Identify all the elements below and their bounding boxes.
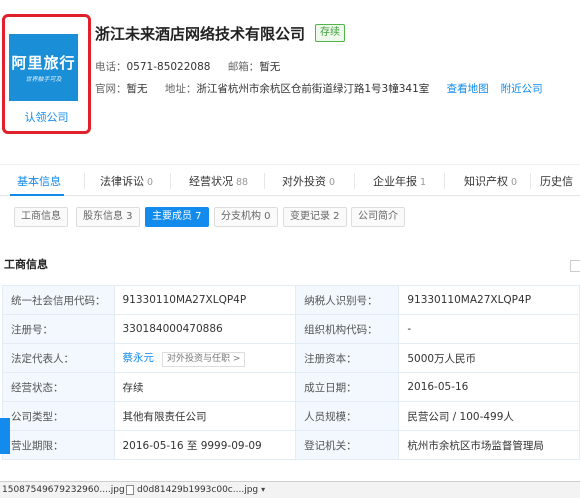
logo-sub-text: 世界触手可及 [25, 76, 62, 83]
field-label: 注册号： [2, 314, 115, 344]
website-value: 暂无 [126, 83, 148, 95]
table-row: 经营状态： 存续 成立日期： 2016-05-16 [2, 372, 580, 402]
subtab-change-log[interactable]: 变更记录 2 [283, 207, 347, 227]
tab-divider [264, 173, 265, 189]
email-label: 邮箱： [227, 61, 260, 73]
claim-company-link[interactable]: 认领公司 [5, 109, 88, 125]
field-value: 2016-05-16 [398, 372, 580, 402]
main-tab-bar: 基本信息 法律诉讼 0 经营状况 88 对外投资 0 企业年报 1 知识产权 0 历史信 [0, 164, 580, 196]
address-value: 浙江省杭州市余杭区仓前街道绿汀路1号3幢341室 [196, 83, 430, 95]
field-value: 其他有限责任公司 [113, 401, 297, 431]
table-row: 统一社会信用代码： 91330110MA27XLQP4P 纳税人识别号： 913… [2, 285, 580, 315]
field-value: 2016-05-16 至 9999-09-09 [113, 430, 297, 460]
file-icon [126, 484, 134, 495]
status-badge: 存续 [315, 24, 345, 42]
field-label: 人员规模： [295, 401, 400, 431]
field-value: 杭州市余杭区市场监督管理局 [398, 430, 580, 460]
active-tab-indicator [10, 194, 64, 196]
field-value: 91330110MA27XLQP4P [398, 285, 580, 315]
subtab-shareholders[interactable]: 股东信息 3 [76, 207, 140, 227]
field-label: 成立日期： [295, 372, 400, 402]
field-label: 统一社会信用代码： [2, 285, 115, 315]
field-value: - [398, 314, 580, 344]
view-map-link[interactable]: 查看地图 [447, 83, 489, 95]
field-value: 存续 [113, 372, 297, 402]
business-info-table: 统一社会信用代码： 91330110MA27XLQP4P 纳税人识别号： 913… [2, 285, 580, 460]
download-filename: d0d81429b1993c00c....jpg [137, 485, 259, 495]
tab-divider [170, 173, 171, 189]
chevron-down-icon[interactable]: ▾ [261, 485, 265, 494]
field-value: 91330110MA27XLQP4P [113, 285, 297, 315]
field-label: 注册资本： [295, 343, 400, 373]
field-value: 330184000470886 [113, 314, 297, 344]
phone-label: 电话： [95, 61, 127, 73]
table-row: 营业期限： 2016-05-16 至 9999-09-09 登记机关： 杭州市余… [2, 430, 580, 460]
download-item[interactable]: 15087549679232960....jpg▾ [2, 483, 132, 498]
field-label: 公司类型： [2, 401, 115, 431]
contact-line-1: 电话：0571-85022088 邮箱：暂无 [95, 59, 294, 74]
collapse-icon[interactable] [570, 260, 580, 272]
field-value: 民营公司 / 100-499人 [398, 401, 580, 431]
tab-basic-info[interactable]: 基本信息 [17, 173, 61, 189]
field-label: 纳税人识别号： [295, 285, 400, 315]
subtab-business-info[interactable]: 工商信息 [14, 207, 68, 227]
tab-ip[interactable]: 知识产权 0 [464, 173, 517, 189]
download-bar: 15087549679232960....jpg▾ d0d81429b1993c… [0, 481, 580, 498]
table-row: 注册号： 330184000470886 组织机构代码： - [2, 314, 580, 344]
subtab-key-members[interactable]: 主要成员 7 [145, 207, 209, 227]
field-label: 经营状态： [2, 372, 115, 402]
section-title: 工商信息 [4, 258, 48, 271]
download-item[interactable]: d0d81429b1993c00c....jpg ▾ [126, 483, 265, 498]
contact-line-2: 官网：暂无 地址：浙江省杭州市余杭区仓前街道绿汀路1号3幢341室 查看地图 附近… [95, 81, 555, 96]
address-label: 地址： [164, 83, 197, 95]
field-label: 营业期限： [2, 430, 115, 460]
field-label: 法定代表人： [2, 343, 115, 373]
field-value: 5000万人民币 [398, 343, 580, 373]
legal-rep-cell: 蔡永元 对外投资与任职 > [113, 343, 297, 373]
nearby-companies-link[interactable]: 附近公司 [501, 83, 543, 95]
email-value: 暂无 [259, 61, 281, 73]
field-label: 组织机构代码： [295, 314, 400, 344]
investment-roles-button[interactable]: 对外投资与任职 > [162, 351, 246, 367]
company-name: 浙江未来酒店网络技术有限公司 [95, 25, 306, 43]
tab-divider [84, 173, 85, 189]
legal-rep-link[interactable]: 蔡永元 [123, 352, 155, 364]
download-filename: 15087549679232960....jpg [2, 485, 125, 495]
tab-history[interactable]: 历史信 [540, 173, 573, 189]
subtab-profile[interactable]: 公司简介 [351, 207, 405, 227]
subtab-branches[interactable]: 分支机构 0 [214, 207, 278, 227]
phone-value: 0571-85022088 [126, 61, 211, 73]
company-logo-box[interactable]: 阿里旅行 世界触手可及 认领公司 [2, 14, 91, 134]
table-row: 法定代表人： 蔡永元 对外投资与任职 > 注册资本： 5000万人民币 [2, 343, 580, 373]
tab-annual-report[interactable]: 企业年报 1 [373, 173, 426, 189]
company-logo: 阿里旅行 世界触手可及 [9, 34, 78, 101]
field-label: 登记机关： [295, 430, 400, 460]
website-label: 官网： [95, 83, 127, 95]
tab-divider [530, 173, 531, 189]
tab-investment[interactable]: 对外投资 0 [282, 173, 335, 189]
tab-legal[interactable]: 法律诉讼 0 [100, 173, 153, 189]
table-row: 公司类型： 其他有限责任公司 人员规模： 民营公司 / 100-499人 [2, 401, 580, 431]
tab-divider [354, 173, 355, 189]
side-floating-tab[interactable] [0, 418, 10, 454]
logo-main-text: 阿里旅行 [11, 54, 76, 72]
tab-operations[interactable]: 经营状况 88 [189, 173, 248, 189]
tab-divider [444, 173, 445, 189]
